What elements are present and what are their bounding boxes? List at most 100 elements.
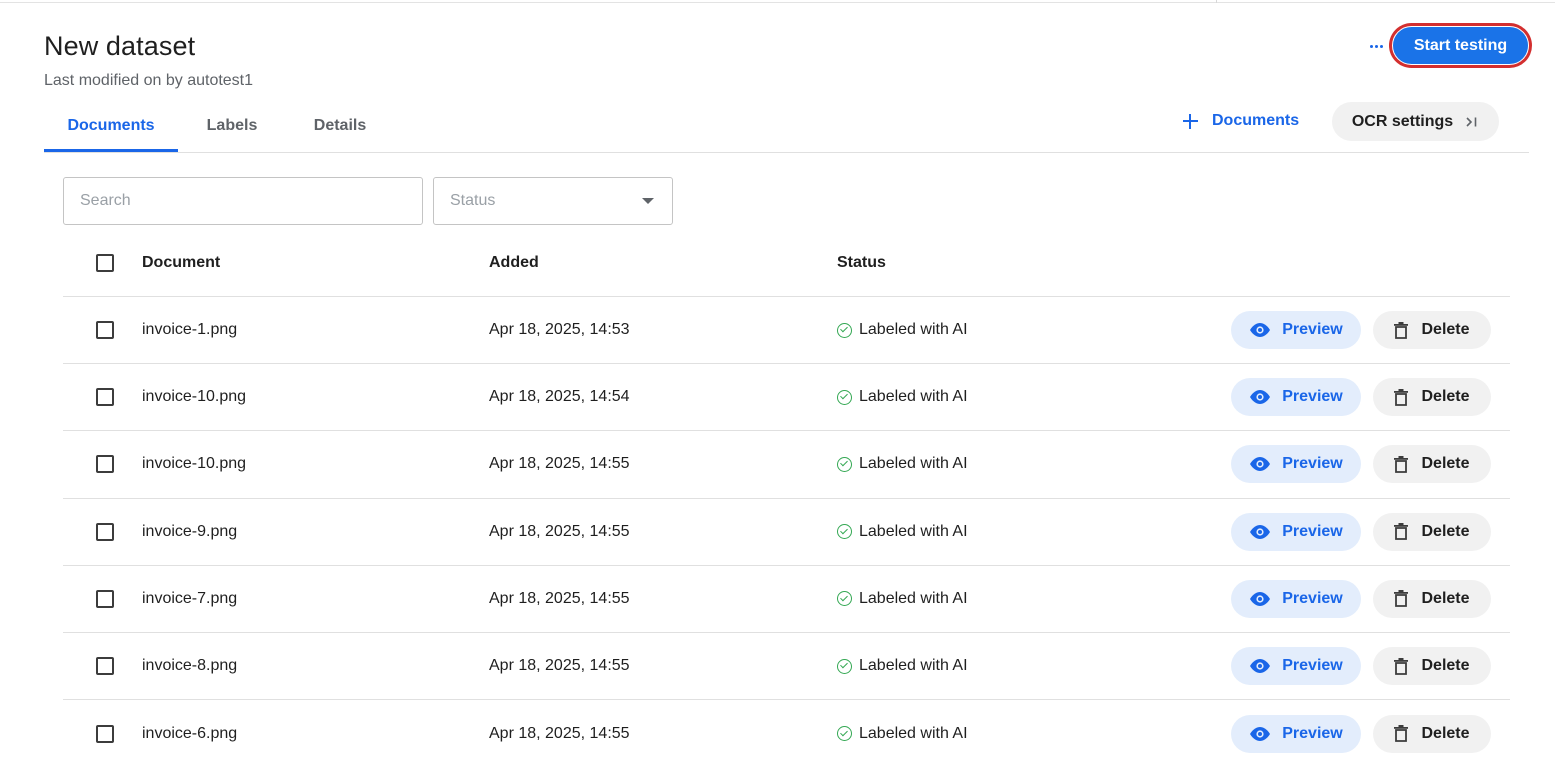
status-cell: Labeled with AI [837,523,968,541]
preview-button[interactable]: Preview [1231,378,1361,417]
trash-icon [1394,725,1409,743]
status-label: Labeled with AI [859,455,968,473]
column-header-status[interactable]: Status [837,254,886,272]
add-documents-label: Documents [1212,112,1300,129]
start-testing-button[interactable]: Start testing [1392,26,1529,65]
trash-icon [1394,523,1409,541]
preview-label: Preview [1282,388,1343,406]
add-documents-button[interactable]: Documents [1180,107,1299,135]
row-checkbox[interactable] [96,522,114,541]
row-checkbox[interactable] [96,321,114,340]
status-cell: Labeled with AI [837,725,968,743]
trash-icon [1394,321,1409,339]
status-label: Labeled with AI [859,589,968,607]
select-all-checkbox[interactable] [96,254,114,272]
preview-button[interactable]: Preview [1231,445,1361,484]
delete-button[interactable]: Delete [1373,311,1491,350]
column-header-document[interactable]: Document [142,254,220,272]
chevron-right-bar-icon [1465,115,1479,129]
added-date: Apr 18, 2025, 14:55 [489,522,630,540]
table-row: invoice-8.png Apr 18, 2025, 14:55 Labele… [63,633,1510,701]
delete-label: Delete [1421,321,1470,339]
status-cell: Labeled with AI [837,455,968,473]
trash-icon [1394,455,1409,473]
added-date: Apr 18, 2025, 14:55 [489,589,630,607]
eye-icon [1250,726,1271,741]
document-name: invoice-7.png [142,589,238,607]
preview-label: Preview [1282,522,1343,540]
table-row: invoice-7.png Apr 18, 2025, 14:55 Labele… [63,566,1510,633]
document-name: invoice-10.png [142,388,247,406]
delete-label: Delete [1421,522,1470,540]
documents-table: Document Added Status invoice-1.png Apr … [63,230,1510,767]
page-subtitle: Last modified on by autotest1 [44,72,254,89]
check-circle-icon [837,658,852,674]
document-name: invoice-8.png [142,657,238,675]
column-header-added[interactable]: Added [489,254,539,272]
preview-label: Preview [1282,455,1343,473]
ocr-settings-button[interactable]: OCR settings [1332,102,1499,141]
status-label: Labeled with AI [859,522,968,540]
added-date: Apr 18, 2025, 14:55 [489,657,630,675]
status-filter-select[interactable]: Status [433,177,673,225]
preview-button[interactable]: Preview [1231,647,1361,686]
eye-icon [1250,659,1271,674]
check-circle-icon [837,591,852,607]
more-dot-icon [1369,44,1373,48]
top-divider-notch [1216,0,1217,3]
delete-button[interactable]: Delete [1373,445,1491,484]
row-checkbox[interactable] [96,388,114,407]
page-title: New dataset [44,31,196,61]
delete-button[interactable]: Delete [1373,378,1491,417]
status-label: Labeled with AI [859,388,968,406]
more-dot-icon [1379,44,1383,48]
table-row: invoice-1.png Apr 18, 2025, 14:53 Labele… [63,297,1510,365]
eye-icon [1250,591,1271,606]
status-cell: Labeled with AI [837,388,968,406]
table-row: invoice-10.png Apr 18, 2025, 14:55 Label… [63,431,1510,499]
row-checkbox[interactable] [96,657,114,676]
delete-label: Delete [1421,589,1470,607]
search-input[interactable] [63,177,423,225]
check-circle-icon [837,524,852,540]
trash-icon [1394,657,1409,675]
table-row: invoice-10.png Apr 18, 2025, 14:54 Label… [63,364,1510,432]
delete-button[interactable]: Delete [1373,647,1491,686]
status-cell: Labeled with AI [837,590,968,608]
table-body: invoice-1.png Apr 18, 2025, 14:53 Labele… [63,297,1510,767]
row-checkbox[interactable] [96,724,114,743]
tab-details[interactable]: Details [286,100,394,152]
eye-icon [1250,524,1271,539]
tab-documents[interactable]: Documents [44,100,178,152]
preview-button[interactable]: Preview [1231,579,1361,618]
more-dot-icon [1374,44,1378,48]
status-label: Labeled with AI [859,321,968,339]
more-options-button[interactable] [1362,32,1390,60]
top-divider [0,2,1555,3]
preview-label: Preview [1282,657,1343,675]
preview-button[interactable]: Preview [1231,512,1361,551]
delete-button[interactable]: Delete [1373,512,1491,551]
delete-button[interactable]: Delete [1373,714,1491,753]
trash-icon [1394,388,1409,406]
status-label: Labeled with AI [859,657,968,675]
row-checkbox[interactable] [96,455,114,474]
caret-down-icon [642,198,654,204]
added-date: Apr 18, 2025, 14:55 [489,455,630,473]
table-header: Document Added Status [63,230,1510,297]
preview-button[interactable]: Preview [1231,311,1361,350]
row-checkbox[interactable] [96,589,114,608]
delete-label: Delete [1421,657,1470,675]
delete-button[interactable]: Delete [1373,579,1491,618]
preview-button[interactable]: Preview [1231,714,1361,753]
tab-bar: Documents Labels Details [44,100,394,152]
eye-icon [1250,323,1271,338]
status-cell: Labeled with AI [837,657,968,675]
document-name: invoice-6.png [142,724,238,742]
tab-labels[interactable]: Labels [178,100,286,152]
eye-icon [1250,390,1271,405]
plus-icon [1180,111,1200,131]
status-filter-placeholder: Status [450,192,496,209]
document-name: invoice-9.png [142,522,238,540]
table-row: invoice-9.png Apr 18, 2025, 14:55 Labele… [63,499,1510,566]
